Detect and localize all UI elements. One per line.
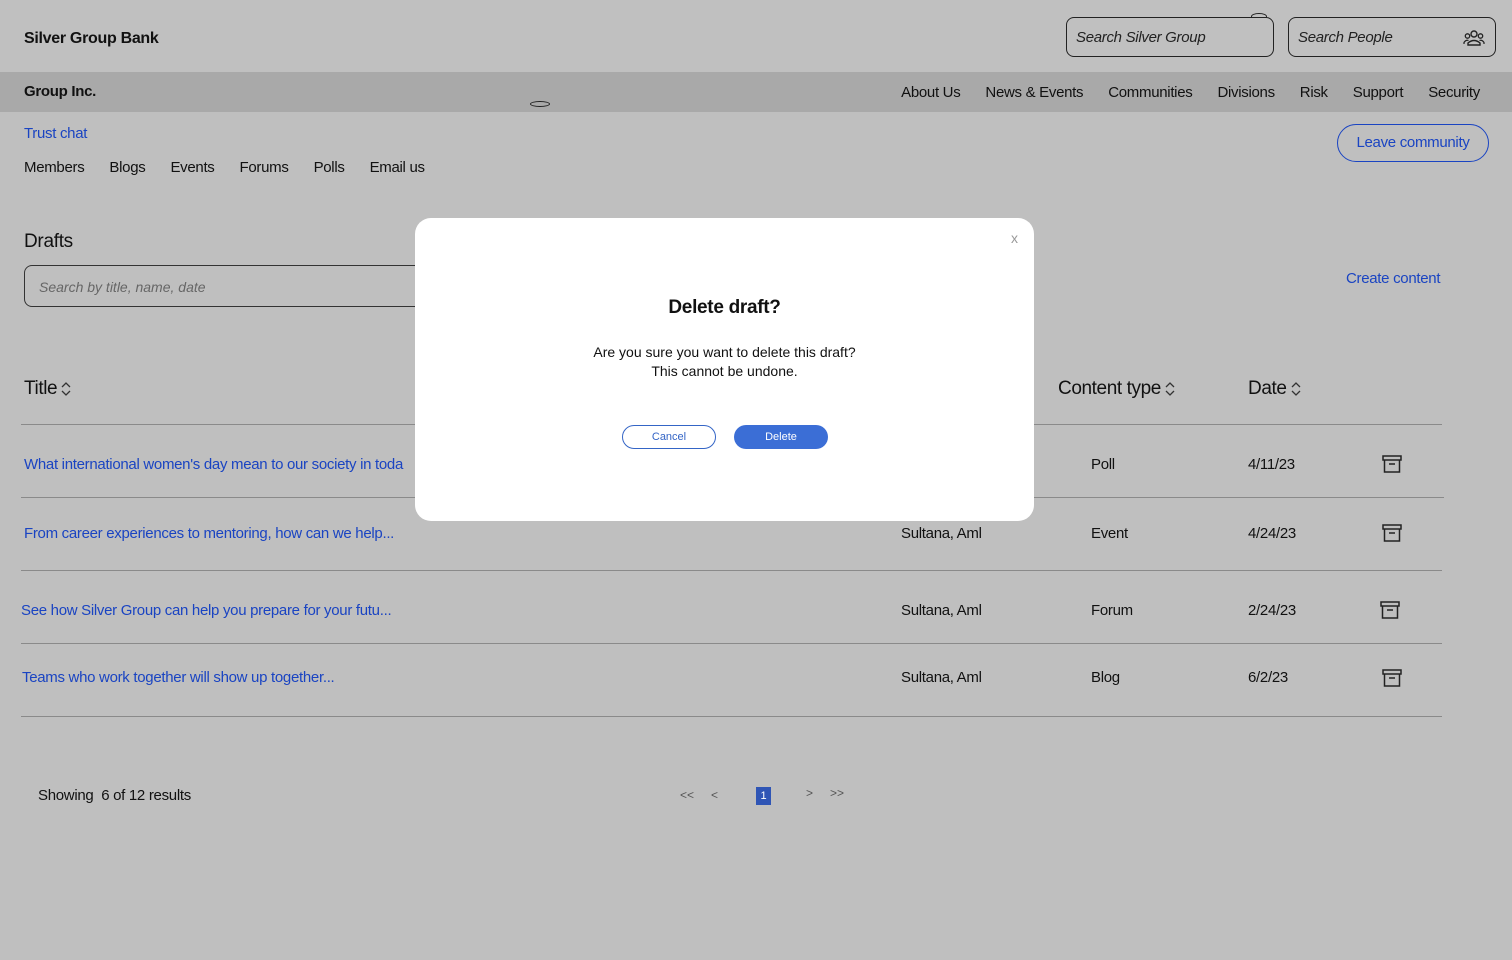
draft-author: Sultana, Aml — [901, 602, 982, 619]
sort-icon[interactable] — [61, 381, 71, 397]
draft-title-link[interactable]: Teams who work together will show up tog… — [22, 669, 335, 686]
draft-title-link[interactable]: See how Silver Group can help you prepar… — [21, 602, 392, 619]
create-content-link[interactable]: Create content — [1346, 270, 1441, 287]
search-people-placeholder: Search People — [1298, 29, 1393, 46]
brand-name[interactable]: Silver Group Bank — [24, 30, 159, 48]
community-name-link[interactable]: Trust chat — [24, 125, 87, 142]
drafts-search-placeholder: Search by title, name, date — [39, 279, 206, 295]
showing-label: Showing — [38, 787, 94, 804]
draft-date: 6/2/23 — [1248, 669, 1288, 686]
search-silver-group-input[interactable]: Search Silver Group — [1066, 17, 1274, 57]
showing-count: 6 of 12 results — [101, 787, 191, 804]
column-date-label: Date — [1248, 378, 1287, 399]
tab-events[interactable]: Events — [170, 159, 214, 176]
draft-author: Sultana, Aml — [901, 669, 982, 686]
sort-icon[interactable] — [1165, 381, 1175, 397]
draft-title-link[interactable]: From career experiences to mentoring, ho… — [24, 525, 394, 542]
nav-communities[interactable]: Communities — [1108, 84, 1193, 101]
last-page-button[interactable]: >> — [830, 786, 844, 800]
company-name: Group Inc. — [24, 83, 97, 100]
dialog-message: Are you sure you want to delete this dra… — [415, 343, 1034, 381]
archive-icon[interactable] — [1382, 524, 1402, 542]
nav-links: About Us News & Events Communities Divis… — [901, 84, 1480, 101]
tab-blogs[interactable]: Blogs — [109, 159, 145, 176]
draft-date: 4/11/23 — [1248, 456, 1295, 473]
nav-about-us[interactable]: About Us — [901, 84, 961, 101]
people-icon[interactable] — [1463, 29, 1485, 47]
delete-button[interactable]: Delete — [734, 425, 828, 449]
scribble-mark — [530, 101, 550, 107]
draft-date: 4/24/23 — [1248, 525, 1296, 542]
delete-draft-dialog: x Delete draft? Are you sure you want to… — [415, 218, 1034, 521]
column-content-type-label: Content type — [1058, 378, 1161, 399]
draft-type: Event — [1091, 525, 1128, 542]
draft-type: Forum — [1091, 602, 1133, 619]
draft-date: 2/24/23 — [1248, 602, 1296, 619]
archive-icon[interactable] — [1380, 601, 1400, 619]
draft-type: Poll — [1091, 456, 1115, 473]
column-header-date[interactable]: Date — [1248, 378, 1301, 400]
column-header-title[interactable]: Title — [24, 378, 71, 400]
column-header-content-type[interactable]: Content type — [1058, 378, 1175, 400]
archive-icon[interactable] — [1382, 669, 1402, 687]
search-people-input[interactable]: Search People — [1288, 17, 1496, 57]
draft-type: Blog — [1091, 669, 1120, 686]
nav-risk[interactable]: Risk — [1300, 84, 1328, 101]
draft-title-link[interactable]: What international women's day mean to o… — [24, 456, 403, 473]
prev-page-button[interactable]: < — [711, 788, 718, 802]
leave-community-button[interactable]: Leave community — [1337, 124, 1489, 162]
nav-security[interactable]: Security — [1428, 84, 1480, 101]
row-divider — [21, 570, 1442, 571]
dialog-message-line: This cannot be undone. — [651, 363, 798, 379]
tab-email-us[interactable]: Email us — [370, 159, 425, 176]
dialog-message-line: Are you sure you want to delete this dra… — [593, 344, 856, 360]
dialog-title: Delete draft? — [668, 297, 781, 318]
top-bar: Silver Group Bank Search Silver Group Se… — [0, 0, 1512, 72]
community-tabs: Members Blogs Events Forums Polls Email … — [24, 159, 425, 176]
next-page-button[interactable]: > — [806, 786, 813, 800]
row-divider — [21, 716, 1442, 717]
close-icon[interactable]: x — [1011, 230, 1018, 246]
cancel-button[interactable]: Cancel — [622, 425, 716, 449]
sort-icon[interactable] — [1291, 381, 1301, 397]
archive-icon[interactable] — [1382, 455, 1402, 473]
draft-author: Sultana, Aml — [901, 525, 982, 542]
nav-divisions[interactable]: Divisions — [1217, 84, 1275, 101]
search-silver-group-placeholder: Search Silver Group — [1076, 29, 1206, 46]
tab-forums[interactable]: Forums — [240, 159, 289, 176]
drafts-heading: Drafts — [24, 231, 73, 252]
results-summary: Showing 6 of 12 results — [38, 787, 191, 804]
row-divider — [21, 643, 1442, 644]
drafts-search-input[interactable]: Search by title, name, date — [24, 265, 444, 307]
first-page-button[interactable]: << — [680, 788, 694, 802]
column-title-label: Title — [24, 378, 58, 399]
tab-polls[interactable]: Polls — [314, 159, 345, 176]
current-page[interactable]: 1 — [756, 787, 771, 805]
tab-members[interactable]: Members — [24, 159, 85, 176]
main-nav: Group Inc. About Us News & Events Commun… — [0, 72, 1512, 112]
nav-support[interactable]: Support — [1353, 84, 1404, 101]
nav-news-events[interactable]: News & Events — [985, 84, 1083, 101]
